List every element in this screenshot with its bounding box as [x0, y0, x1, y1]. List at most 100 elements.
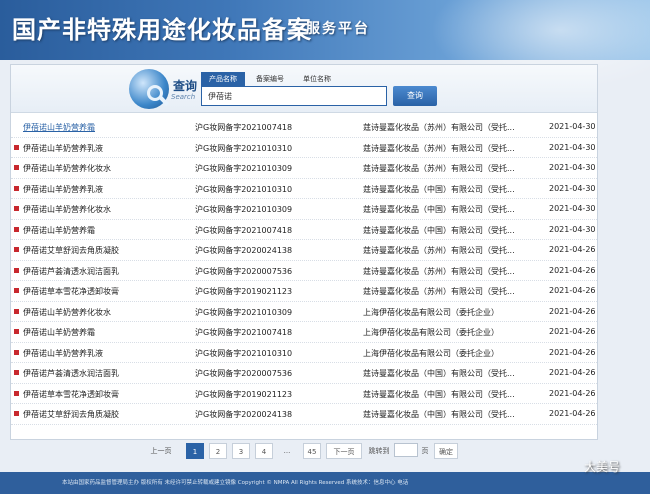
- square-bullet-icon: [14, 226, 19, 232]
- record-date: 2021-04-26: [549, 409, 596, 418]
- product-name-link[interactable]: 伊蓓诺山羊奶营养乳液: [23, 348, 103, 359]
- table-row[interactable]: 伊蓓诺山羊奶营养化妆水 沪G妆网备字2021010309 上海伊蓓化妆品有限公司（委…: [11, 302, 597, 322]
- jump-confirm-button[interactable]: 确定: [434, 443, 458, 459]
- square-bullet-icon: [14, 390, 19, 396]
- table-row[interactable]: 伊蓓诺山羊奶营养霜 沪G妆网备字2021007418 莛诗曼嘉化妆品（中国）有限公司…: [11, 220, 597, 240]
- record-number: 沪G妆网备字2020024138: [195, 246, 293, 255]
- next-page-button[interactable]: 下一页: [326, 443, 362, 459]
- product-name-link[interactable]: 伊蓓诺艾草舒润去角质凝胶: [23, 409, 119, 420]
- prev-page-button[interactable]: 上一页: [146, 443, 176, 459]
- product-name-link[interactable]: 伊蓓诺山羊奶营养化妆水: [23, 307, 111, 318]
- record-number: 沪G妆网备字2021007418: [195, 123, 293, 132]
- search-button[interactable]: 查询: [393, 86, 437, 106]
- record-number: 沪G妆网备字2021010310: [195, 348, 293, 358]
- page-2-button[interactable]: 2: [209, 443, 227, 459]
- page-3-button[interactable]: 3: [232, 443, 250, 459]
- table-row[interactable]: 伊蓓诺芦荟清透水润洁面乳 沪G妆网备字2020007536 莛诗曼嘉化妆品（中国）有…: [11, 363, 597, 384]
- record-number: 沪G妆网备字2020024138: [195, 410, 293, 419]
- product-name-link[interactable]: 伊蓓诺芦荟清透水润洁面乳: [23, 266, 119, 277]
- table-row[interactable]: 伊蓓诺草本雪花净透卸妆膏 沪G妆网备字2019021123 莛诗曼嘉化妆品（中国）有…: [11, 384, 597, 404]
- table-row[interactable]: 伊蓓诺山羊奶营养霜 沪G妆网备字2021007418 上海伊蓓化妆品有限公司（委托企…: [11, 322, 597, 343]
- record-number: 沪G妆网备字2021010309: [195, 205, 293, 214]
- record-date: 2021-04-26: [549, 327, 596, 336]
- search-tabs: 产品名称 备案编号 单位名称: [201, 72, 342, 86]
- product-name-link[interactable]: 伊蓓诺山羊奶营养霜: [23, 327, 95, 338]
- square-bullet-icon: [14, 165, 19, 170]
- square-bullet-icon: [14, 247, 19, 252]
- record-date: 2021-04-26: [549, 347, 596, 357]
- company-name: 上海伊蓓化妆品有限公司（委托企业）: [363, 348, 499, 358]
- table-row[interactable]: 伊蓓诺芦荟清透水润洁面乳 沪G妆网备字2020007536 莛诗曼嘉化妆品（苏州）有…: [11, 261, 597, 281]
- table-row[interactable]: 伊蓓诺山羊奶营养乳液 沪G妆网备字2021010310 上海伊蓓化妆品有限公司（委托…: [11, 343, 597, 363]
- product-name-link[interactable]: 伊蓓诺草本雪花净透卸妆膏: [23, 286, 119, 297]
- record-date: 2021-04-26: [549, 306, 596, 316]
- product-name-link[interactable]: 伊蓓诺山羊奶营养化妆水: [23, 204, 111, 215]
- square-bullet-icon: [14, 308, 19, 314]
- page-last-button[interactable]: 45: [303, 443, 321, 459]
- table-row[interactable]: 伊蓓诺草本雪花净透卸妆膏 沪G妆网备字2019021123 莛诗曼嘉化妆品（苏州）有…: [11, 281, 597, 302]
- tab-record-number[interactable]: 备案编号: [248, 72, 292, 86]
- record-date: 2021-04-30: [549, 224, 596, 234]
- record-date: 2021-04-30: [549, 142, 596, 152]
- record-date: 2021-04-30: [549, 163, 596, 172]
- company-name: 莛诗曼嘉化妆品（中国）有限公司（受托...: [363, 205, 515, 214]
- company-name: 莛诗曼嘉化妆品（苏州）有限公司（受托...: [363, 246, 515, 255]
- magnifier-handle: [159, 96, 169, 106]
- company-name: 莛诗曼嘉化妆品（中国）有限公司（受托...: [363, 369, 515, 378]
- page-1-button[interactable]: 1: [186, 443, 204, 459]
- table-row[interactable]: 伊蓓诺艾草舒润去角质凝胶 沪G妆网备字2020024138 莛诗曼嘉化妆品（苏州）有…: [11, 240, 597, 261]
- record-number: 沪G妆网备字2020007536: [195, 266, 293, 276]
- company-name: 莛诗曼嘉化妆品（中国）有限公司（受托...: [363, 389, 515, 399]
- search-label: 查询: [173, 79, 198, 93]
- square-bullet-icon: [14, 144, 19, 150]
- table-row[interactable]: 伊蓓诺山羊奶营养霜 沪G妆网备字2021007418 莛诗曼嘉化妆品（苏州）有限公司…: [11, 117, 597, 138]
- record-number: 沪G妆网备字2021007418: [195, 328, 293, 337]
- table-row[interactable]: 伊蓓诺山羊奶营养乳液 沪G妆网备字2021010310 莛诗曼嘉化妆品（苏州）有限公…: [11, 138, 597, 158]
- company-name: 莛诗曼嘉化妆品（苏州）有限公司（受托...: [363, 287, 515, 296]
- record-date: 2021-04-26: [549, 286, 596, 295]
- product-name-link[interactable]: 伊蓓诺草本雪花净透卸妆膏: [23, 389, 119, 400]
- product-name-link[interactable]: 伊蓓诺艾草舒润去角质凝胶: [23, 245, 119, 256]
- company-name: 莛诗曼嘉化妆品（苏州）有限公司（受托...: [363, 164, 515, 173]
- results-panel: 查询 Search 产品名称 备案编号 单位名称 伊蓓诺 查询 伊蓓诺山羊奶营养…: [10, 64, 598, 440]
- square-bullet-icon: [14, 370, 19, 375]
- globe-search-icon: [129, 69, 169, 109]
- tab-company-name[interactable]: 单位名称: [295, 72, 339, 86]
- company-name: 莛诗曼嘉化妆品（中国）有限公司（受托...: [363, 225, 515, 235]
- search-label-en: Search: [171, 93, 196, 101]
- product-name-link[interactable]: 伊蓓诺山羊奶营养乳液: [23, 184, 103, 195]
- table-row[interactable]: 伊蓓诺山羊奶营养乳液 沪G妆网备字2021010310 莛诗曼嘉化妆品（中国）有限公…: [11, 179, 597, 199]
- record-number: 沪G妆网备字2021007418: [195, 225, 293, 235]
- product-name-link[interactable]: 伊蓓诺山羊奶营养乳液: [23, 143, 103, 154]
- table-row[interactable]: 伊蓓诺艾草舒润去角质凝胶 沪G妆网备字2020024138 莛诗曼嘉化妆品（中国）有…: [11, 404, 597, 425]
- record-date: 2021-04-30: [549, 122, 596, 131]
- record-date: 2021-04-30: [549, 204, 596, 213]
- site-title: 国产非特殊用途化妆品备案: [12, 15, 312, 44]
- footer: 本站由国家药品监督管理局主办 版权所有 未经许可禁止转载或建立镜像 Copyri…: [0, 472, 650, 494]
- table-row[interactable]: 伊蓓诺山羊奶营养化妆水 沪G妆网备字2021010309 莛诗曼嘉化妆品（中国）有限…: [11, 199, 597, 220]
- search-bar: 查询 Search 产品名称 备案编号 单位名称 伊蓓诺 查询: [11, 65, 597, 113]
- company-name: 莛诗曼嘉化妆品（中国）有限公司（受托...: [363, 410, 515, 419]
- square-bullet-icon: [14, 288, 19, 293]
- tab-product-name[interactable]: 产品名称: [201, 72, 245, 86]
- square-bullet-icon: [14, 329, 19, 334]
- company-name: 上海伊蓓化妆品有限公司（委托企业）: [363, 307, 499, 317]
- search-input[interactable]: 伊蓓诺: [201, 86, 387, 106]
- record-date: 2021-04-26: [549, 265, 596, 275]
- product-name-link[interactable]: 伊蓓诺山羊奶营养化妆水: [23, 163, 111, 174]
- table-row[interactable]: 伊蓓诺山羊奶营养化妆水 沪G妆网备字2021010309 莛诗曼嘉化妆品（苏州）有限…: [11, 158, 597, 179]
- pagination-ellipsis: ...: [283, 447, 291, 455]
- record-number: 沪G妆网备字2021010309: [195, 307, 293, 317]
- header-banner: 国产非特殊用途化妆品备案 服务平台: [0, 0, 650, 90]
- record-date: 2021-04-26: [549, 388, 596, 398]
- jump-page-input[interactable]: [394, 443, 418, 457]
- page-4-button[interactable]: 4: [255, 443, 273, 459]
- product-name-link[interactable]: 伊蓓诺山羊奶营养霜: [23, 225, 95, 236]
- page-suffix: 页: [421, 447, 429, 455]
- product-name-link[interactable]: 伊蓓诺山羊奶营养霜: [23, 122, 95, 133]
- company-name: 莛诗曼嘉化妆品（苏州）有限公司（受托...: [363, 266, 515, 276]
- square-bullet-icon: [14, 349, 19, 355]
- record-number: 沪G妆网备字2021010310: [195, 143, 293, 153]
- product-name-link[interactable]: 伊蓓诺芦荟清透水润洁面乳: [23, 368, 119, 379]
- company-name: 上海伊蓓化妆品有限公司（委托企业）: [363, 328, 499, 337]
